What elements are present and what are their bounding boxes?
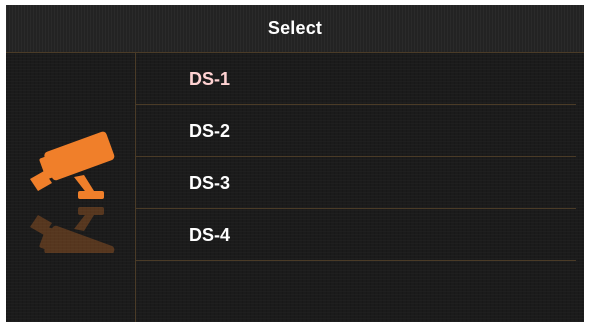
list-item-ds-4[interactable]: DS-4 (136, 209, 576, 261)
security-camera-icon (30, 131, 115, 253)
list-item-ds-1[interactable]: DS-1 (136, 53, 576, 105)
list-item-label: DS-3 (189, 173, 231, 193)
list-item-ds-3[interactable]: DS-3 (136, 157, 576, 209)
title-bar: Select (6, 5, 584, 53)
list-item-ds-2[interactable]: DS-2 (136, 105, 576, 157)
list-item-label: DS-1 (189, 69, 231, 89)
select-screen: Select DS-1 DS-2 DS-3 DS-4 (6, 5, 584, 322)
device-list: DS-1 DS-2 DS-3 DS-4 (136, 53, 584, 322)
list-item-label: DS-4 (189, 225, 231, 245)
page-title: Select (267, 18, 323, 38)
list-item-label: DS-2 (189, 121, 231, 141)
sidebar (6, 53, 136, 322)
